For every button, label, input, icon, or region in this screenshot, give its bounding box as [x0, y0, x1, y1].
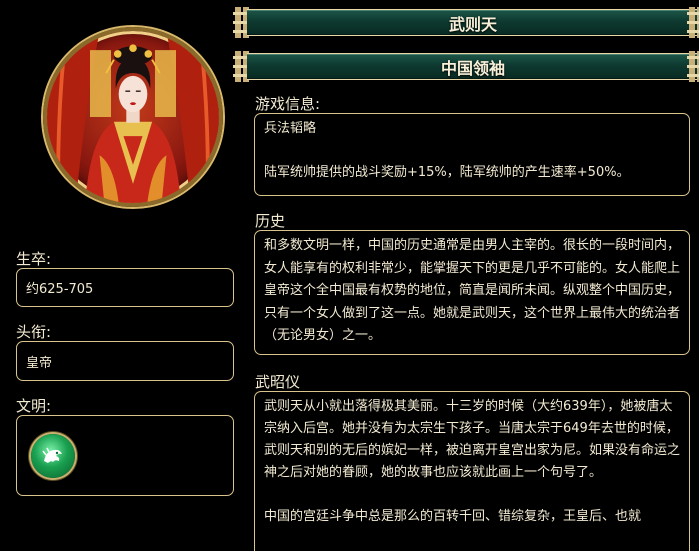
title-label: 头衔: [16, 323, 52, 341]
lifespan-label: 生卒: [16, 250, 52, 268]
leader-subtitle: 中国领袖 [440, 58, 505, 78]
leader-subtitle-banner: 中国领袖 [233, 51, 699, 82]
civilization-label: 文明: [16, 397, 52, 415]
leader-portrait [43, 27, 223, 207]
banner-cap-right-icon [687, 51, 699, 82]
wu-zhaoyi-paragraph-1: 武则天从小就出落得极其美丽。十三岁的时候（大约639年），她被唐太宗纳入后宫。她… [264, 399, 681, 480]
history-label: 历史 [255, 212, 286, 230]
wu-zhaoyi-paragraph-2: 中国的宫廷斗争中总是那么的百转千回、错综复杂，王皇后、也就 [264, 509, 642, 524]
leader-name-banner: 武则天 [233, 7, 699, 38]
history-box: 和多数文明一样，中国的历史通常是由男人主宰的。很长的一段时间内，女人能享有的权利… [254, 230, 690, 355]
lifespan-value: 约625-705 [26, 282, 94, 297]
civilization-field [16, 415, 234, 496]
game-info-box: 兵法韬略 陆军统帅提供的战斗奖励+15%，陆军统帅的产生速率+50%。 [254, 113, 690, 196]
wu-zhaoyi-label: 武昭仪 [255, 373, 301, 391]
wu-zhaoyi-box[interactable]: 武则天从小就出落得极其美丽。十三岁的时候（大约639年），她被唐太宗纳入后宫。她… [254, 391, 690, 551]
lifespan-field: 约625-705 [16, 268, 234, 307]
leader-name: 武则天 [448, 14, 497, 34]
title-value: 皇帝 [26, 355, 53, 371]
game-info-label: 游戏信息: [255, 95, 321, 113]
ability-description: 陆军统帅提供的战斗奖励+15%，陆军统帅的产生速率+50%。 [264, 165, 630, 180]
history-text: 和多数文明一样，中国的历史通常是由男人主宰的。很长的一段时间内，女人能享有的权利… [264, 238, 681, 343]
ability-name: 兵法韬略 [264, 121, 317, 136]
dragon-emblem-icon[interactable] [31, 433, 75, 478]
banner-cap-right-icon [687, 7, 699, 38]
empress-portrait-image [47, 31, 219, 203]
title-field: 皇帝 [16, 341, 234, 381]
